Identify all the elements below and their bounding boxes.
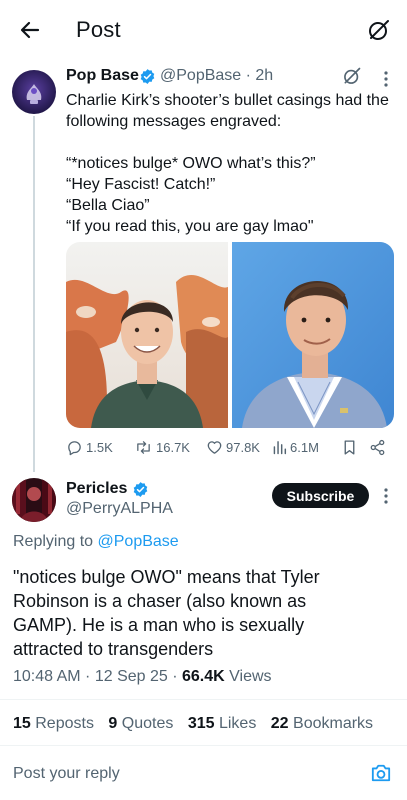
reply-line: "notices bulge OWO" means that Tyler: [13, 567, 320, 587]
reply-text: "notices bulge OWO" means that Tyler Rob…: [13, 565, 397, 661]
views-action[interactable]: 6.1M: [272, 437, 319, 457]
verified-badge-icon: [139, 68, 156, 85]
verified-badge-icon: [132, 481, 149, 498]
tweet-photo-1[interactable]: [66, 242, 228, 428]
popbase-avatar[interactable]: [12, 70, 56, 114]
divider: [0, 699, 407, 700]
reposts-label: Reposts: [35, 715, 94, 732]
post-views-label: Views: [229, 668, 272, 685]
reply-author-name[interactable]: Pericles: [66, 480, 127, 498]
bookmarks-label: Bookmarks: [293, 715, 374, 732]
reply-line: attracted to transgenders: [13, 639, 214, 659]
like-count: 97.8K: [226, 439, 260, 455]
tweet-line: following messages engraved:: [66, 113, 282, 130]
reply-count: 1.5K: [86, 439, 113, 455]
post-time: 2h: [255, 67, 274, 84]
tweet-actions: 1.5K 16.7K 97.8K 6.1M: [66, 437, 396, 457]
divider: [0, 745, 407, 746]
author-name[interactable]: Pop Base: [66, 67, 139, 85]
bookmarks-stat[interactable]: 22 Bookmarks: [271, 715, 373, 732]
reply-icon: [68, 440, 81, 455]
views-count: 6.1M: [290, 439, 319, 455]
tweet-text: Charlie Kirk’s shooter’s bullet casings …: [66, 90, 402, 237]
grok-explain-icon[interactable]: [342, 66, 362, 86]
like-action[interactable]: 97.8K: [206, 437, 260, 457]
replying-to: Replying to @PopBase: [13, 533, 179, 551]
quotes-stat[interactable]: 9 Quotes: [108, 715, 173, 732]
likes-label: Likes: [218, 715, 257, 732]
tweet-photo-2[interactable]: [232, 242, 394, 428]
back-arrow-icon[interactable]: [18, 18, 42, 42]
bookmarks-count: 22: [270, 715, 289, 732]
post-views-count[interactable]: 66.4K: [182, 668, 225, 685]
reply-composer-input[interactable]: Post your reply: [13, 765, 120, 783]
author-handle-time[interactable]: @PopBase · 2h: [160, 67, 273, 85]
thread-connector: [33, 116, 35, 472]
tweet-line: “Hey Fascist! Catch!”: [66, 176, 216, 193]
reply-line: Robinson is a chaser (also known as: [13, 591, 307, 611]
tweet-line: [66, 132, 402, 153]
reply-author-handle[interactable]: @PerryALPHA: [66, 500, 173, 518]
tweet-line: “If you read this, you are gay lmao": [66, 218, 314, 235]
post-metadata: 10:48 AM · 12 Sep 25 · 66.4K Views: [13, 668, 272, 686]
reply-line: GAMP). He is a man who is sexually: [13, 615, 305, 635]
grok-icon[interactable]: [367, 18, 391, 42]
replying-to-link[interactable]: @PopBase: [98, 533, 179, 550]
likes-count: 315: [187, 715, 215, 732]
subscribe-button[interactable]: Subscribe: [272, 483, 369, 508]
replying-prefix: Replying to: [13, 533, 94, 550]
engagement-stats: 15 Reposts 9 Quotes 315 Likes 22 Bookmar…: [13, 715, 383, 733]
more-options-icon[interactable]: [384, 70, 388, 88]
reposts-count: 15: [13, 715, 31, 732]
quotes-label: Quotes: [121, 715, 174, 732]
post-timestamp: 10:48 AM · 12 Sep 25 ·: [13, 668, 182, 685]
repost-icon: [137, 440, 150, 454]
tweet-line: “Bella Ciao”: [66, 197, 150, 214]
bookmark-action[interactable]: [342, 437, 360, 457]
reposts-stat[interactable]: 15 Reposts: [13, 715, 94, 732]
pericles-avatar[interactable]: [12, 478, 56, 522]
likes-stat[interactable]: 315 Likes: [188, 715, 257, 732]
bookmark-icon: [344, 439, 355, 455]
reply-action[interactable]: 1.5K: [66, 437, 113, 457]
repost-action[interactable]: 16.7K: [134, 437, 190, 457]
quotes-count: 9: [108, 715, 118, 732]
tweet-line: “*notices bulge* OWO what’s this?”: [66, 155, 316, 172]
author-handle: @PopBase: [160, 67, 242, 84]
tweet-line: Charlie Kirk’s shooter’s bullet casings …: [66, 92, 389, 109]
heart-icon: [207, 440, 222, 454]
share-action[interactable]: [369, 437, 389, 457]
page-title: Post: [76, 17, 121, 42]
share-icon: [370, 439, 385, 455]
views-chart-icon: [273, 441, 287, 455]
top-bar: Post: [0, 0, 407, 60]
camera-icon[interactable]: [370, 763, 392, 783]
more-options-icon[interactable]: [384, 487, 388, 505]
repost-count: 16.7K: [156, 439, 190, 455]
